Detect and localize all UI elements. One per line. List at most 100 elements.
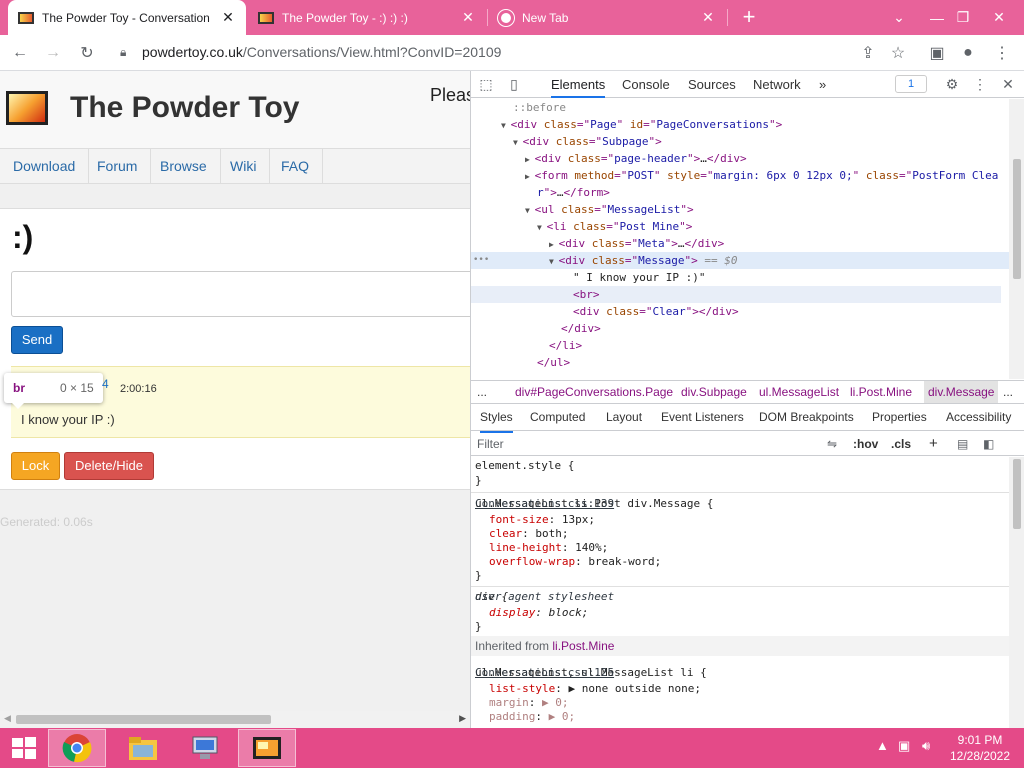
taskbar-chrome[interactable] — [48, 729, 106, 767]
close-devtools-icon[interactable]: ✕ — [999, 75, 1017, 93]
back-icon[interactable]: ← — [8, 41, 32, 65]
close-tab-icon[interactable]: ✕ — [700, 9, 716, 26]
nav-wiki[interactable]: Wiki — [217, 149, 271, 183]
dom-node[interactable]: ::before — [471, 99, 566, 116]
expand-arrow-icon[interactable]: ▶ — [525, 155, 535, 164]
reload-icon[interactable]: ↻ — [75, 41, 99, 65]
tab-elements[interactable]: Elements — [551, 71, 606, 98]
paint-icon[interactable]: ▤ — [957, 432, 968, 456]
dom-node[interactable]: <div class="Clear"></div> — [471, 303, 739, 320]
page-horizontal-scrollbar[interactable]: ◀ ▶ — [0, 711, 470, 728]
message-input[interactable] — [11, 271, 470, 317]
dom-node[interactable]: </ul> — [471, 354, 570, 371]
share-icon[interactable]: ⇪ — [856, 41, 880, 65]
system-clock[interactable]: 9:01 PM 12/28/2022 — [948, 732, 1012, 764]
side-panel-icon[interactable]: ▣ — [925, 41, 949, 65]
site-title[interactable]: The Powder Toy — [70, 91, 299, 125]
dom-node[interactable]: <br> — [471, 286, 1001, 303]
dom-node[interactable]: ▶ <form method="POST" style="margin: 6px… — [471, 167, 998, 184]
lock-icon[interactable]: 🔒︎ — [120, 38, 126, 66]
css-property[interactable]: list-style: ▶ none outside none; — [475, 682, 701, 696]
scrollbar-thumb[interactable] — [1013, 159, 1021, 279]
expand-arrow-icon[interactable]: ▶ — [549, 240, 559, 249]
dom-node[interactable]: </li> — [471, 337, 582, 354]
scrollbar-thumb[interactable] — [16, 715, 271, 724]
delete-hide-button[interactable]: Delete/Hide — [64, 452, 154, 480]
show-hidden-icons[interactable]: ▲ — [876, 738, 889, 753]
scroll-left-icon[interactable]: ◀ — [4, 713, 11, 724]
dom-node[interactable]: ▼ <ul class="MessageList"> — [471, 201, 694, 218]
rule3-source-link[interactable]: Conversations.css:125 — [475, 666, 1005, 680]
styles-scrollbar[interactable] — [1009, 457, 1024, 728]
css-property[interactable]: overflow-wrap: break-word; — [475, 555, 661, 569]
rule2-property[interactable]: display: block; — [475, 606, 588, 620]
settings-gear-icon[interactable]: ⚙ — [943, 75, 961, 93]
breadcrumb-item[interactable]: div.Message — [924, 381, 999, 403]
powder-toy-logo[interactable] — [6, 91, 48, 125]
dom-node[interactable]: ▶ <div class="Meta">…</div> — [471, 235, 724, 252]
inspect-element-icon[interactable]: ⬚ — [477, 75, 495, 93]
styles-tab-computed[interactable]: Computed — [530, 404, 585, 431]
nav-forum[interactable]: Forum — [84, 149, 152, 183]
css-property[interactable]: margin: ▶ 0; — [475, 696, 569, 710]
device-toolbar-icon[interactable]: ▯ — [505, 75, 523, 93]
scroll-right-icon[interactable]: ▶ — [459, 713, 466, 724]
network-icon[interactable]: ▣ — [898, 738, 910, 754]
lock-button[interactable]: Lock — [11, 452, 60, 480]
breadcrumb-item[interactable]: ul.MessageList — [759, 381, 839, 403]
styles-tab-properties[interactable]: Properties — [872, 404, 927, 431]
more-tabs-icon[interactable]: » — [819, 71, 826, 98]
dom-node[interactable]: " I know your IP :)" — [471, 269, 705, 286]
breadcrumb-item[interactable]: ... — [1003, 381, 1013, 403]
nav-download[interactable]: Download — [0, 149, 90, 183]
taskbar-remote-desktop[interactable] — [176, 729, 234, 767]
breadcrumb-item[interactable]: ... — [477, 381, 487, 403]
node-actions-icon[interactable]: ••• — [473, 252, 489, 269]
close-tab-icon[interactable]: ✕ — [460, 9, 476, 26]
tab-console[interactable]: Console — [622, 71, 670, 98]
dom-node[interactable]: r">…</form> — [471, 184, 610, 201]
volume-icon[interactable]: 🔊︎ — [922, 738, 930, 754]
css-property[interactable]: line-height: 140%; — [475, 541, 608, 555]
styles-tab-styles[interactable]: Styles — [480, 404, 513, 433]
new-tab-button[interactable]: + — [736, 4, 762, 30]
breadcrumb-item[interactable]: div.Subpage — [681, 381, 747, 403]
issues-badge[interactable]: 1 — [895, 75, 927, 93]
breadcrumb-item[interactable]: div#PageConversations.Page — [515, 381, 673, 403]
taskbar-file-explorer[interactable] — [114, 729, 172, 767]
color-format-icon[interactable]: ⇋ — [827, 432, 837, 456]
breadcrumb-item[interactable]: li.Post.Mine — [850, 381, 912, 403]
send-button[interactable]: Send — [11, 326, 63, 354]
element-style-selector[interactable]: element.style { — [475, 459, 574, 473]
bookmark-star-icon[interactable]: ☆ — [886, 41, 910, 65]
tab-sources[interactable]: Sources — [688, 71, 736, 98]
nav-faq[interactable]: FAQ — [268, 149, 324, 183]
chrome-menu-icon[interactable]: ⋮ — [990, 41, 1014, 65]
toggle-sidebar-icon[interactable]: ◧ — [983, 432, 994, 456]
styles-tab-layout[interactable]: Layout — [606, 404, 642, 431]
styles-tab-dom-breakpoints[interactable]: DOM Breakpoints — [759, 404, 854, 431]
dom-node[interactable]: ▼ <div class="Subpage"> — [471, 133, 662, 150]
nav-browse[interactable]: Browse — [147, 149, 221, 183]
collapse-arrow-icon[interactable]: ▼ — [537, 223, 547, 232]
dom-node[interactable]: </div> — [471, 320, 601, 337]
collapse-arrow-icon[interactable]: ▼ — [525, 206, 535, 215]
dom-tree-scrollbar[interactable] — [1009, 99, 1024, 379]
scrollbar-thumb[interactable] — [1013, 459, 1021, 529]
collapse-arrow-icon[interactable]: ▼ — [549, 257, 559, 266]
styles-filter-input[interactable]: Filter — [477, 432, 504, 456]
new-rule-icon[interactable]: + — [929, 432, 938, 456]
styles-tab-accessibility[interactable]: Accessibility — [946, 404, 1011, 431]
css-property[interactable]: font-size: 13px; — [475, 513, 595, 527]
start-button[interactable] — [0, 729, 48, 767]
class-toggle[interactable]: .cls — [891, 432, 911, 456]
forward-icon[interactable]: → — [41, 41, 65, 65]
tab-conversation[interactable]: The Powder Toy - Conversation ✕ — [8, 0, 246, 35]
collapse-arrow-icon[interactable]: ▼ — [501, 121, 511, 130]
tab-network[interactable]: Network — [753, 71, 801, 98]
dom-node-selected[interactable]: ••• ▼ <div class="Message"> == $0 — [471, 252, 1009, 269]
rule1-source-link[interactable]: Conversations.css:139 — [475, 497, 1005, 511]
tab-new-tab[interactable]: New Tab ✕ — [488, 0, 726, 35]
dom-node[interactable]: ▼ <li class="Post Mine"> — [471, 218, 692, 235]
inherited-node-link[interactable]: li.Post.Mine — [552, 639, 614, 653]
